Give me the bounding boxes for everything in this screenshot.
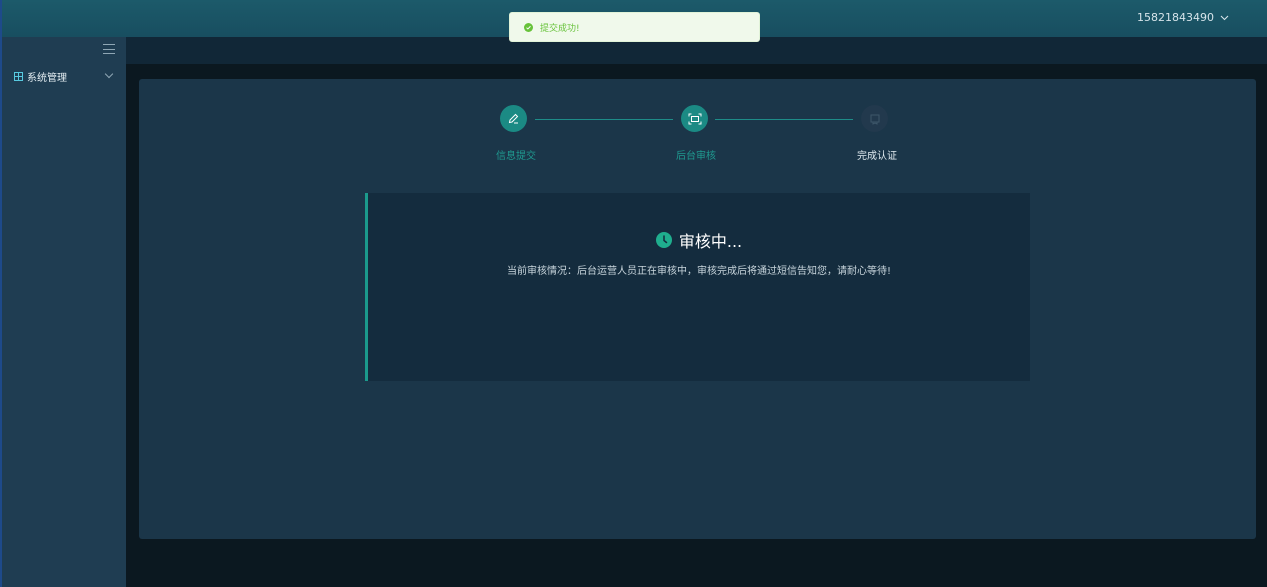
chevron-down-icon — [1220, 15, 1229, 20]
sidebar: 系统管理 — [0, 37, 126, 587]
status-panel: 审核中... 当前审核情况：后台运营人员正在审核中，审核完成后将通过短信告知您，… — [365, 193, 1030, 381]
step-connector-1 — [535, 119, 673, 120]
sidebar-item-label: 系统管理 — [27, 72, 67, 84]
success-toast: 提交成功! — [509, 12, 760, 42]
step-3-circle — [861, 105, 888, 132]
main-card: 信息提交 后台审核 完成认证 审核中... 当前审核情况：后台运营人员正在审核中… — [139, 79, 1256, 539]
check-circle-icon — [524, 22, 533, 32]
scan-icon — [688, 113, 701, 124]
step-1-circle — [500, 105, 527, 132]
clock-icon — [655, 232, 672, 248]
menu-collapse-icon[interactable] — [102, 43, 116, 55]
step-2-circle — [681, 105, 708, 132]
status-description: 当前审核情况：后台运营人员正在审核中，审核完成后将通过短信告知您，请耐心等待! — [506, 266, 891, 277]
user-menu[interactable]: 15821843490 — [1137, 11, 1229, 24]
step-2-label: 后台审核 — [676, 151, 716, 162]
step-connector-2 — [715, 119, 853, 120]
status-heading: 审核中... — [368, 228, 1030, 252]
status-title: 审核中... — [678, 232, 743, 251]
sidebar-item-system-management[interactable]: 系统管理 — [2, 65, 126, 87]
certificate-icon — [870, 114, 879, 125]
edit-icon — [508, 113, 519, 124]
steps: 信息提交 后台审核 完成认证 — [139, 79, 1256, 179]
step-1-label: 信息提交 — [496, 151, 536, 162]
user-phone: 15821843490 — [1137, 11, 1214, 24]
chevron-down-icon — [104, 69, 114, 79]
toast-message: 提交成功! — [540, 23, 580, 34]
grid-icon — [14, 71, 23, 81]
step-3-label: 完成认证 — [857, 151, 897, 162]
